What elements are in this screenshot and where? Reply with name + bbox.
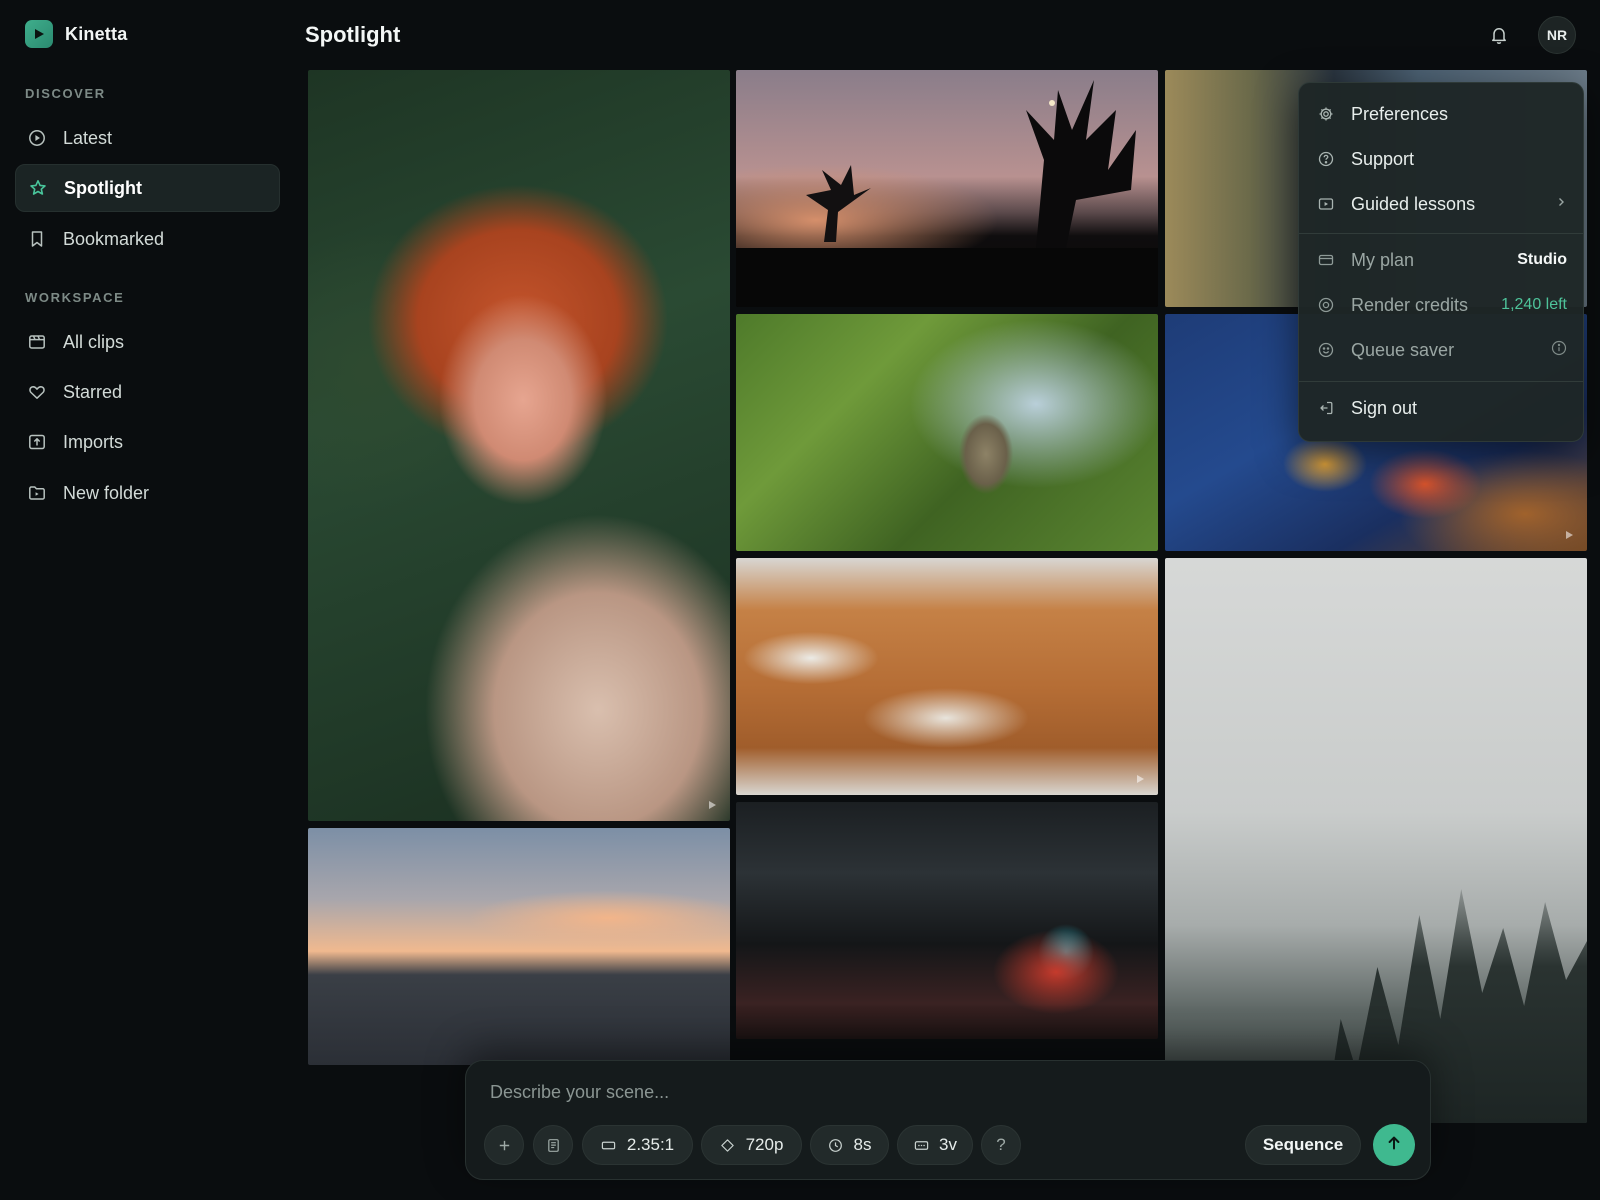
diamond-icon xyxy=(720,1137,736,1153)
variations-icon xyxy=(913,1137,929,1153)
menu-item-render-credits[interactable]: Render credits 1,240 left xyxy=(1317,288,1567,322)
help-button[interactable]: ? xyxy=(981,1125,1021,1165)
clip-thumbnail-night-station[interactable] xyxy=(736,802,1158,1039)
sidebar: Kinetta DISCOVER Latest Spotlight Bookma… xyxy=(0,0,296,1200)
script-button[interactable] xyxy=(533,1125,573,1165)
sidebar-item-imports[interactable]: Imports xyxy=(15,418,280,466)
sidebar-item-label: New folder xyxy=(63,482,150,503)
star-icon xyxy=(28,178,48,198)
menu-item-label: Sign out xyxy=(1351,397,1418,418)
upload-icon xyxy=(27,432,47,452)
brand-name: Kinetta xyxy=(65,23,128,44)
plus-icon xyxy=(496,1137,512,1153)
clip-thumbnail-sunset-trees[interactable] xyxy=(736,70,1158,307)
sidebar-item-bookmarked[interactable]: Bookmarked xyxy=(15,215,280,263)
sign-out-icon xyxy=(1317,399,1335,417)
clip-thumbnail-city-sunset[interactable] xyxy=(308,828,730,1065)
sidebar-item-all-clips[interactable]: All clips xyxy=(15,318,280,366)
play-circle-icon xyxy=(27,128,47,148)
variations-button[interactable]: 3v xyxy=(897,1125,973,1165)
sidebar-item-new-folder[interactable]: New folder xyxy=(15,469,280,517)
sequence-button[interactable]: Sequence xyxy=(1245,1125,1361,1165)
sidebar-item-label: Latest xyxy=(63,127,113,148)
brand[interactable]: Kinetta xyxy=(25,20,127,48)
gear-icon xyxy=(1317,105,1335,123)
clapper-icon xyxy=(27,332,47,352)
duration-button[interactable]: 8s xyxy=(810,1125,889,1165)
menu-divider xyxy=(1299,381,1583,382)
scene-composer: 2.35:1 720p 8s 3v ? Sequence xyxy=(465,1060,1431,1180)
scene-prompt-input[interactable] xyxy=(490,1077,1390,1107)
target-icon xyxy=(1317,296,1335,314)
clip-thumbnail-foggy-forest[interactable] xyxy=(1165,558,1587,1123)
video-lesson-icon xyxy=(1317,195,1335,213)
info-icon[interactable] xyxy=(1551,340,1567,361)
sidebar-item-label: Spotlight xyxy=(64,177,142,198)
clock-icon xyxy=(828,1137,844,1153)
play-indicator-icon xyxy=(1137,775,1144,783)
clip-thumbnail-portrait[interactable] xyxy=(308,70,730,821)
menu-item-queue-saver[interactable]: Queue saver xyxy=(1317,333,1567,367)
send-button[interactable] xyxy=(1373,1124,1415,1166)
aspect-ratio-value: 2.35:1 xyxy=(626,1135,675,1154)
menu-item-support[interactable]: Support xyxy=(1317,142,1567,176)
sidebar-item-spotlight[interactable]: Spotlight xyxy=(15,164,280,212)
menu-item-label: My plan xyxy=(1351,249,1415,270)
chevron-right-icon xyxy=(1555,195,1567,213)
section-label-discover: DISCOVER xyxy=(25,86,106,101)
help-circle-icon xyxy=(1317,150,1335,168)
clip-thumbnail-dogs-sofa[interactable] xyxy=(736,558,1158,795)
sidebar-item-label: Bookmarked xyxy=(63,228,165,249)
folder-icon xyxy=(27,483,47,503)
aspect-ratio-icon xyxy=(601,1137,617,1153)
resolution-value: 720p xyxy=(745,1135,784,1154)
menu-item-my-plan[interactable]: My plan Studio xyxy=(1317,243,1567,277)
sidebar-item-starred[interactable]: Starred xyxy=(15,368,280,416)
add-button[interactable] xyxy=(484,1125,524,1165)
credits-value: 1,240 left xyxy=(1501,296,1567,313)
menu-item-label: Guided lessons xyxy=(1351,193,1476,214)
menu-item-preferences[interactable]: Preferences xyxy=(1317,97,1567,131)
play-indicator-icon xyxy=(1566,531,1573,539)
sidebar-item-latest[interactable]: Latest xyxy=(15,114,280,162)
sidebar-item-label: All clips xyxy=(63,331,125,352)
duration-value: 8s xyxy=(853,1135,872,1154)
heart-icon xyxy=(27,382,47,402)
menu-item-label: Render credits xyxy=(1351,294,1469,315)
play-indicator-icon xyxy=(709,801,716,809)
bell-icon[interactable] xyxy=(1488,24,1510,46)
menu-item-guided-lessons[interactable]: Guided lessons xyxy=(1317,187,1567,221)
section-label-workspace: WORKSPACE xyxy=(25,290,125,305)
document-icon xyxy=(545,1137,561,1153)
resolution-button[interactable]: 720p xyxy=(701,1125,802,1165)
page-title: Spotlight xyxy=(305,22,401,47)
menu-divider xyxy=(1299,233,1583,234)
credit-card-icon xyxy=(1317,251,1335,269)
avatar[interactable]: NR xyxy=(1538,16,1576,54)
menu-item-label: Queue saver xyxy=(1351,339,1455,360)
menu-item-label: Support xyxy=(1351,148,1415,169)
aspect-ratio-button[interactable]: 2.35:1 xyxy=(582,1125,693,1165)
bookmark-icon xyxy=(27,229,47,249)
menu-item-label: Preferences xyxy=(1351,103,1449,124)
tree-silhouette xyxy=(736,80,1158,307)
account-menu: Preferences Support Guided lessons My pl… xyxy=(1298,82,1584,442)
plan-value: Studio xyxy=(1517,251,1567,268)
play-logo-icon xyxy=(25,20,53,48)
sidebar-item-label: Starred xyxy=(63,381,123,402)
variations-value: 3v xyxy=(939,1135,957,1154)
arrow-up-icon xyxy=(1385,1134,1403,1157)
smiley-icon xyxy=(1317,341,1335,359)
sidebar-item-label: Imports xyxy=(63,431,124,452)
menu-item-sign-out[interactable]: Sign out xyxy=(1317,391,1567,425)
clip-thumbnail-bird-nest[interactable] xyxy=(736,314,1158,551)
